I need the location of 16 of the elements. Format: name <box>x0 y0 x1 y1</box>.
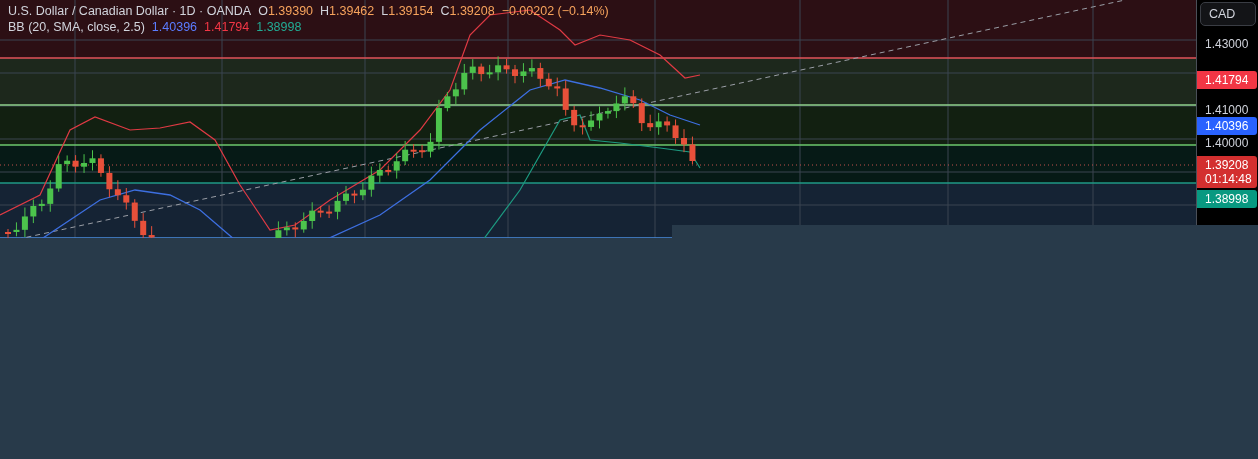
price-tick: 1.41000 <box>1205 103 1249 117</box>
price-change: −0.00202 (−0.14%) <box>501 4 609 18</box>
price-tick: 1.43000 <box>1205 37 1249 51</box>
indicator-value: 1.41794 <box>204 20 250 34</box>
ohlc-value: L1.39154 <box>381 4 434 18</box>
price-tick: 1.40000 <box>1205 136 1249 150</box>
price-badge: 1.38998 <box>1197 190 1257 209</box>
ohlc-value: H1.39462 <box>320 4 375 18</box>
indicator-value: 1.38998 <box>256 20 302 34</box>
price-badge: 1.39208 01:14:48 <box>1197 156 1257 189</box>
ohlc-value: O1.39390 <box>258 4 314 18</box>
price-badge: 1.41794 <box>1197 70 1257 89</box>
countdown-timer: 01:14:48 <box>1205 172 1253 187</box>
ohlc-value: C1.39208 <box>440 4 495 18</box>
price-badge: 1.40396 <box>1197 116 1257 135</box>
indicator-value: 1.40396 <box>151 20 198 34</box>
